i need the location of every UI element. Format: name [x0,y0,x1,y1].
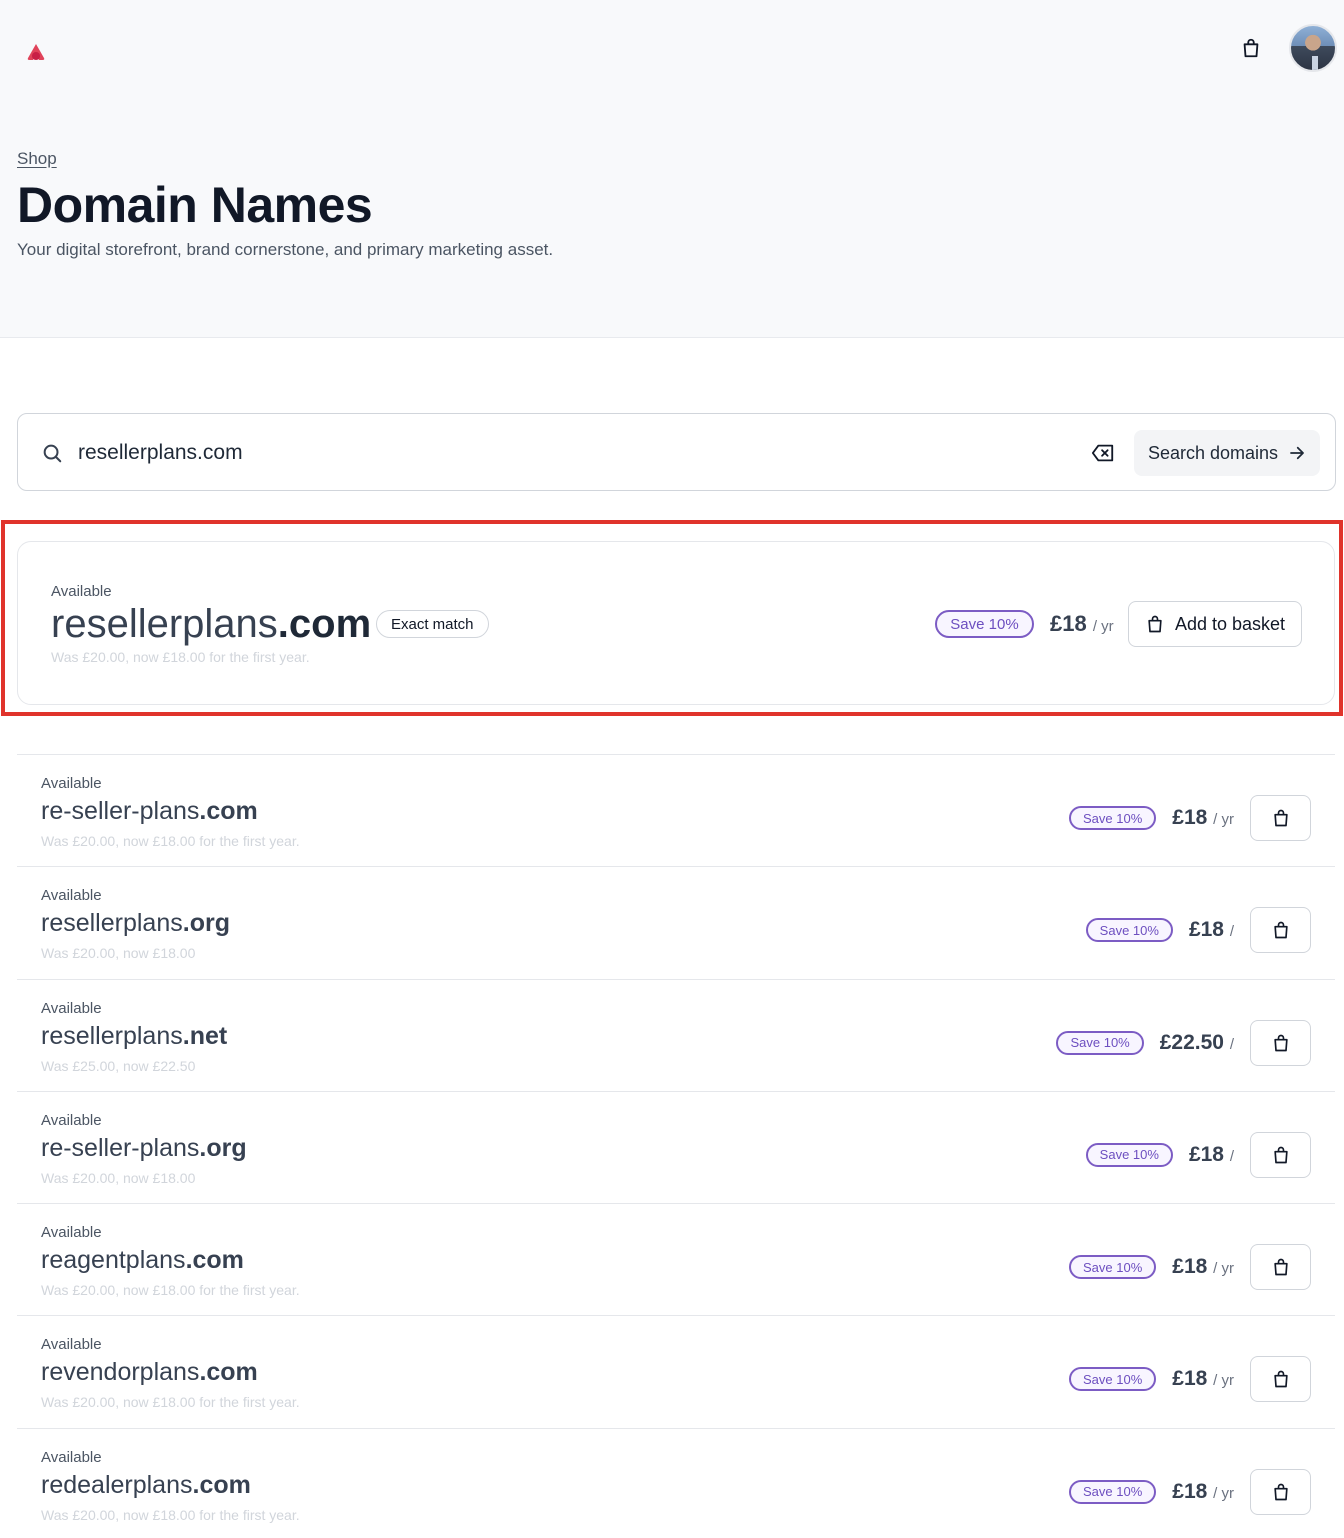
add-to-basket-button[interactable] [1250,1244,1311,1291]
domain-price: £18 / yr [1172,806,1234,829]
price-note: Was £20.00, now £18.00 for the first yea… [41,1282,300,1299]
domain-results-list: Available re-seller-plans.com Was £20.00… [17,754,1335,1538]
add-to-basket-button[interactable] [1250,1019,1311,1066]
price-note: Was £20.00, now £18.00 for the first yea… [41,1506,300,1523]
availability-label: Available [41,775,102,792]
price-note: Was £25.00, now £22.50 [41,1057,196,1074]
add-to-basket-button[interactable] [1250,1356,1311,1403]
domain-name: resellerplans.com [51,602,372,646]
list-item: Available revendorplans.com Was £20.00, … [17,1315,1335,1427]
breadcrumb-shop[interactable]: Shop [17,149,57,169]
availability-label: Available [51,583,112,600]
basket-icon [1273,921,1288,939]
list-item: Available redealerplans.com Was £20.00, … [17,1427,1335,1538]
add-to-basket-button[interactable] [1250,1468,1311,1515]
domain-price: £18 / yr [1172,1367,1234,1391]
exact-match-badge: Exact match [376,610,489,638]
availability-label: Available [41,1448,102,1466]
search-domains-button[interactable]: Search domains [1134,430,1320,476]
domain-price: £18 / yr [1172,1255,1234,1279]
save-badge: Save 10% [1056,1030,1144,1055]
add-to-basket-button[interactable]: Add to basket [1128,601,1302,647]
basket-icon [1273,1146,1288,1164]
search-icon [43,444,62,463]
availability-label: Available [41,1336,102,1354]
save-badge: Save 10% [1069,1255,1157,1280]
price-note: Was £20.00, now £18.00 [41,1169,196,1186]
page-title: Domain Names [17,177,373,233]
availability-label: Available [41,887,102,905]
basket-icon [1273,1034,1288,1051]
save-badge: Save 10% [1069,1479,1157,1504]
domain-name: re-seller-plans.com [41,797,258,825]
price-note: Was £20.00, now £18.00 [41,945,196,962]
availability-label: Available [41,1224,102,1242]
list-item: Available resellerplans.net Was £25.00, … [17,978,1335,1091]
domain-name: re-seller-plans.org [41,1133,247,1162]
list-item: Available resellerplans.org Was £20.00, … [17,866,1335,978]
domain-search-input[interactable] [78,436,1058,470]
save-badge: Save 10% [935,610,1034,638]
basket-icon [1273,809,1288,827]
basket-icon [1273,1483,1288,1501]
domain-price: £18 / [1188,1142,1234,1166]
user-avatar[interactable] [1289,24,1337,72]
basket-icon [1273,1371,1288,1388]
domain-name: reagentplans.com [41,1246,244,1275]
clear-input-icon[interactable] [1091,442,1115,464]
domain-name: resellerplans.net [41,1021,228,1050]
list-item: Available reagentplans.com Was £20.00, n… [17,1203,1335,1315]
domain-name: revendorplans.com [41,1358,258,1387]
add-to-basket-button[interactable] [1250,795,1311,841]
domain-price: £18 / yr [1172,1479,1234,1503]
brand-logo-icon[interactable] [24,42,48,62]
domain-search-bar: Search domains [17,413,1336,491]
save-badge: Save 10% [1085,1142,1173,1167]
arrow-right-icon [1290,446,1304,460]
exact-match-result: Available resellerplans.com Exact match … [17,541,1335,705]
availability-label: Available [41,1111,102,1129]
search-domains-label: Search domains [1147,442,1279,463]
list-item: Available re-seller-plans.org Was £20.00… [17,1090,1335,1203]
add-to-basket-button[interactable] [1250,1131,1311,1178]
save-badge: Save 10% [1085,918,1173,943]
basket-icon [1273,1258,1288,1276]
page-header: Shop Domain Names Your digital storefron… [0,0,1344,338]
save-badge: Save 10% [1069,1367,1157,1392]
domain-price: £22.50 / [1159,1030,1234,1054]
add-to-basket-label: Add to basket [1174,613,1286,634]
page-subtitle: Your digital storefront, brand cornersto… [17,240,554,259]
basket-icon [1148,615,1162,633]
price-note: Was £20.00, now £18.00 for the first yea… [41,833,300,849]
domain-price: £18 / [1188,918,1234,942]
price-note: Was £20.00, now £18.00 for the first yea… [51,649,310,665]
basket-icon[interactable] [1239,36,1263,60]
list-item: Available re-seller-plans.com Was £20.00… [17,754,1335,866]
domain-name: resellerplans.org [41,909,230,938]
add-to-basket-button[interactable] [1250,907,1311,954]
save-badge: Save 10% [1069,806,1157,830]
price-note: Was £20.00, now £18.00 for the first yea… [41,1394,300,1411]
availability-label: Available [41,999,102,1017]
domain-price: £18 / yr [1050,611,1114,636]
domain-name: redealerplans.com [41,1470,251,1499]
